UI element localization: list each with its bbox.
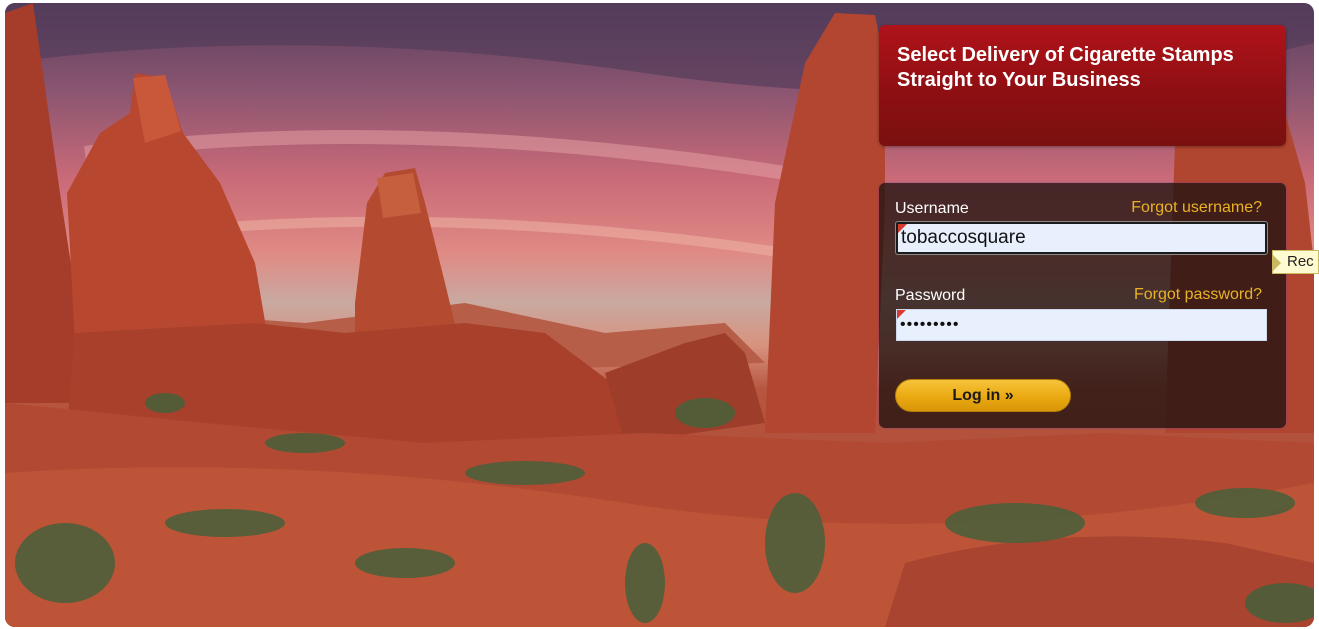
password-label: Password — [895, 287, 966, 304]
password-input[interactable] — [897, 310, 1266, 340]
promo-title: Select Delivery of Cigarette Stamps Stra… — [897, 44, 1234, 91]
tooltip-arrow-icon — [1273, 255, 1281, 271]
login-button[interactable]: Log in » — [895, 379, 1071, 412]
password-field[interactable] — [896, 309, 1267, 341]
username-field[interactable] — [896, 222, 1267, 254]
login-form: Username Forgot username? Password Forgo… — [879, 183, 1286, 428]
username-label: Username — [895, 200, 969, 217]
promo-banner: Select Delivery of Cigarette Stamps Stra… — [879, 25, 1286, 146]
forgot-password-link[interactable]: Forgot password? — [1134, 286, 1262, 304]
tooltip-text: Rec — [1287, 253, 1314, 270]
required-tooltip: Rec — [1272, 250, 1319, 274]
forgot-username-link[interactable]: Forgot username? — [1131, 199, 1262, 217]
username-input[interactable] — [898, 224, 1265, 252]
page: Select Delivery of Cigarette Stamps Stra… — [0, 0, 1319, 629]
